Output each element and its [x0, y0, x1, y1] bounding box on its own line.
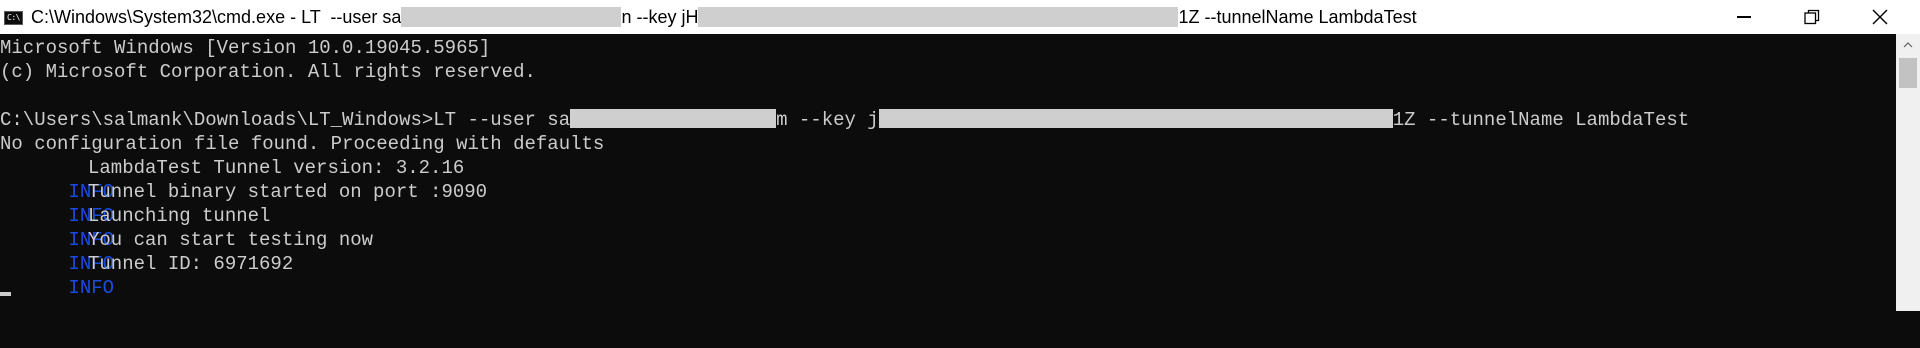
window-title: C:\Windows\System32\cmd.exe - LT --user … [31, 7, 1417, 27]
redacted-user [401, 7, 622, 27]
console-line-version: Microsoft Windows [Version 10.0.19045.59… [0, 37, 491, 59]
close-button[interactable] [1846, 0, 1914, 34]
log-line: INFO You can start testing now [0, 228, 1800, 275]
redacted-user-arg [570, 108, 777, 128]
restore-button[interactable] [1778, 0, 1846, 34]
log-message: Tunnel ID: 6971692 [88, 253, 294, 275]
cmd-window: C:\ C:\Windows\System32\cmd.exe - LT --u… [0, 0, 1920, 311]
console-line-copyright: (c) Microsoft Corporation. All rights re… [0, 61, 536, 83]
close-icon [1872, 9, 1888, 25]
cmd-app-icon[interactable]: C:\ [4, 11, 23, 25]
restore-icon [1804, 9, 1820, 25]
title-middle: n --key jH [621, 7, 699, 27]
title-prefix: C:\Windows\System32\cmd.exe - LT --user … [31, 7, 402, 27]
log-message: LambdaTest Tunnel version: 3.2.16 [88, 157, 465, 179]
minimize-icon [1737, 16, 1751, 18]
log-message: Tunnel binary started on port :9090 [88, 181, 488, 203]
console-output[interactable]: Microsoft Windows [Version 10.0.19045.59… [0, 34, 1896, 311]
scrollbar-thumb[interactable] [1899, 58, 1917, 88]
command-prompt: C:\Users\salmank\Downloads\LT_Windows>LT… [0, 109, 571, 131]
log-level: INFO [68, 277, 115, 299]
log-line: INFO Tunnel binary started on port :9090 [0, 180, 1800, 227]
log-line: INFO Launching tunnel [0, 204, 1800, 251]
log-line: INFO Tunnel ID: 6971692 [0, 252, 1800, 299]
command-key-flag: m --key j [776, 109, 879, 131]
console-command-line: C:\Users\salmank\Downloads\LT_Windows>LT… [0, 108, 1689, 132]
title-bar[interactable]: C:\ C:\Windows\System32\cmd.exe - LT --u… [0, 0, 1920, 34]
text-cursor [0, 292, 11, 296]
scroll-up-button[interactable] [1896, 34, 1920, 56]
redacted-key [698, 7, 1179, 27]
console-config-notice: No configuration file found. Proceeding … [0, 133, 605, 155]
redacted-key-arg [878, 108, 1393, 128]
log-message: You can start testing now [88, 229, 374, 251]
log-line: INFO LambdaTest Tunnel version: 3.2.16 [0, 156, 1800, 203]
title-suffix: 1Z --tunnelName LambdaTest [1178, 7, 1417, 27]
command-tunnel-flag: 1Z --tunnelName LambdaTest [1392, 109, 1690, 131]
log-message: Launching tunnel [88, 205, 271, 227]
scroll-down-button[interactable] [1896, 289, 1920, 311]
vertical-scrollbar[interactable] [1896, 34, 1920, 311]
scroll-up-arrow-icon [1903, 42, 1913, 48]
minimize-button[interactable] [1710, 0, 1778, 34]
